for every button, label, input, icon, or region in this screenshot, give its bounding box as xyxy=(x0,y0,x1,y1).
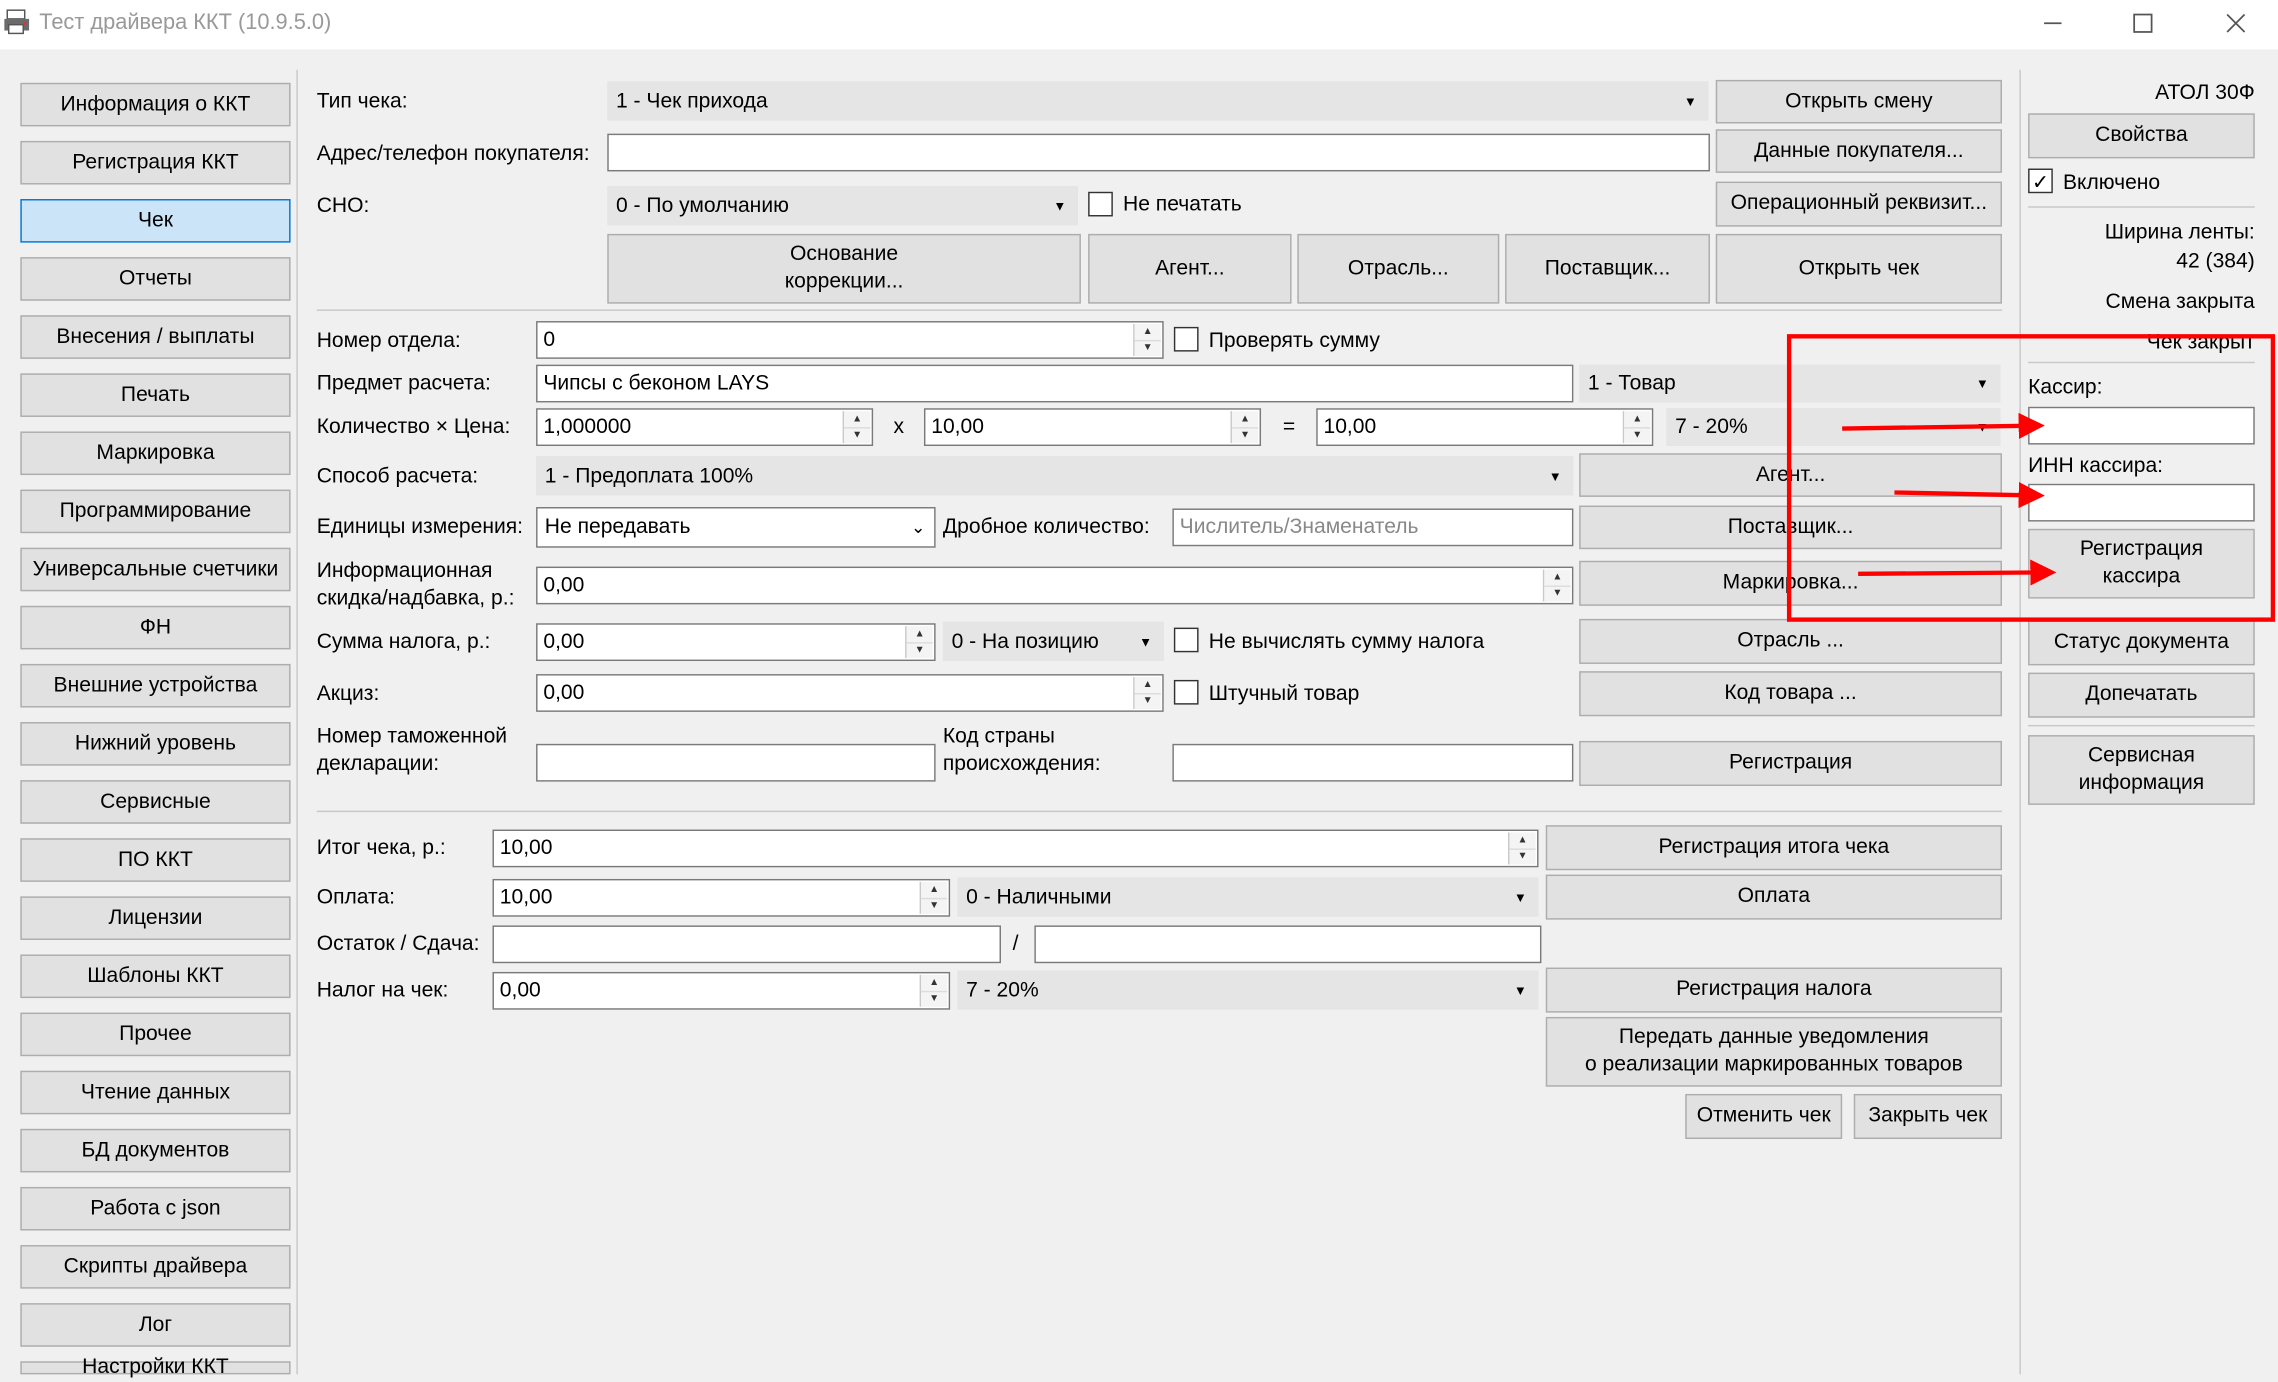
nav-json-button[interactable]: Работа с json xyxy=(20,1186,291,1231)
nav-other-button[interactable]: Прочее xyxy=(20,1012,291,1057)
nav-deposits-payouts-button[interactable]: Внесения / выплаты xyxy=(20,315,291,359)
arrow-to-register-cashier-icon xyxy=(1858,559,2057,586)
nav-receipt-button[interactable]: Чек xyxy=(20,199,291,243)
nav-print-button[interactable]: Печать xyxy=(20,373,291,417)
nav-reports-button[interactable]: Отчеты xyxy=(20,257,291,301)
nav-fn-button[interactable]: ФН xyxy=(20,605,291,650)
arrow-to-cashier-inn-icon xyxy=(1894,482,2045,509)
nav-log-button[interactable]: Лог xyxy=(20,1303,291,1347)
nav-read-data-button[interactable]: Чтение данных xyxy=(20,1070,291,1115)
nav-driver-scripts-button[interactable]: Скрипты драйвера xyxy=(20,1245,291,1289)
nav-documents-db-button[interactable]: БД документов xyxy=(20,1128,291,1173)
nav-licenses-button[interactable]: Лицензии xyxy=(20,896,291,940)
nav-kkt-registration-button[interactable]: Регистрация ККТ xyxy=(20,140,291,185)
nav-universal-counters-button[interactable]: Универсальные счетчики xyxy=(20,547,291,592)
nav-kkt-templates-button[interactable]: Шаблоны ККТ xyxy=(20,954,291,999)
nav-service-button[interactable]: Сервисные xyxy=(20,780,291,824)
arrow-to-cashier-icon xyxy=(1842,412,2045,439)
nav-external-devices-button[interactable]: Внешние устройства xyxy=(20,663,291,708)
nav-programming-button[interactable]: Программирование xyxy=(20,489,291,534)
annotation-arrows xyxy=(1842,412,2057,586)
nav-kkt-info-button[interactable]: Информация о ККТ xyxy=(20,82,291,127)
nav-marking-button[interactable]: Маркировка xyxy=(20,431,291,476)
nav-kkt-firmware-button[interactable]: ПО ККТ xyxy=(20,838,291,882)
nav-low-level-button[interactable]: Нижний уровень xyxy=(20,722,291,766)
nav-kkt-settings-button[interactable]: Настройки ККТ xyxy=(20,1356,291,1379)
